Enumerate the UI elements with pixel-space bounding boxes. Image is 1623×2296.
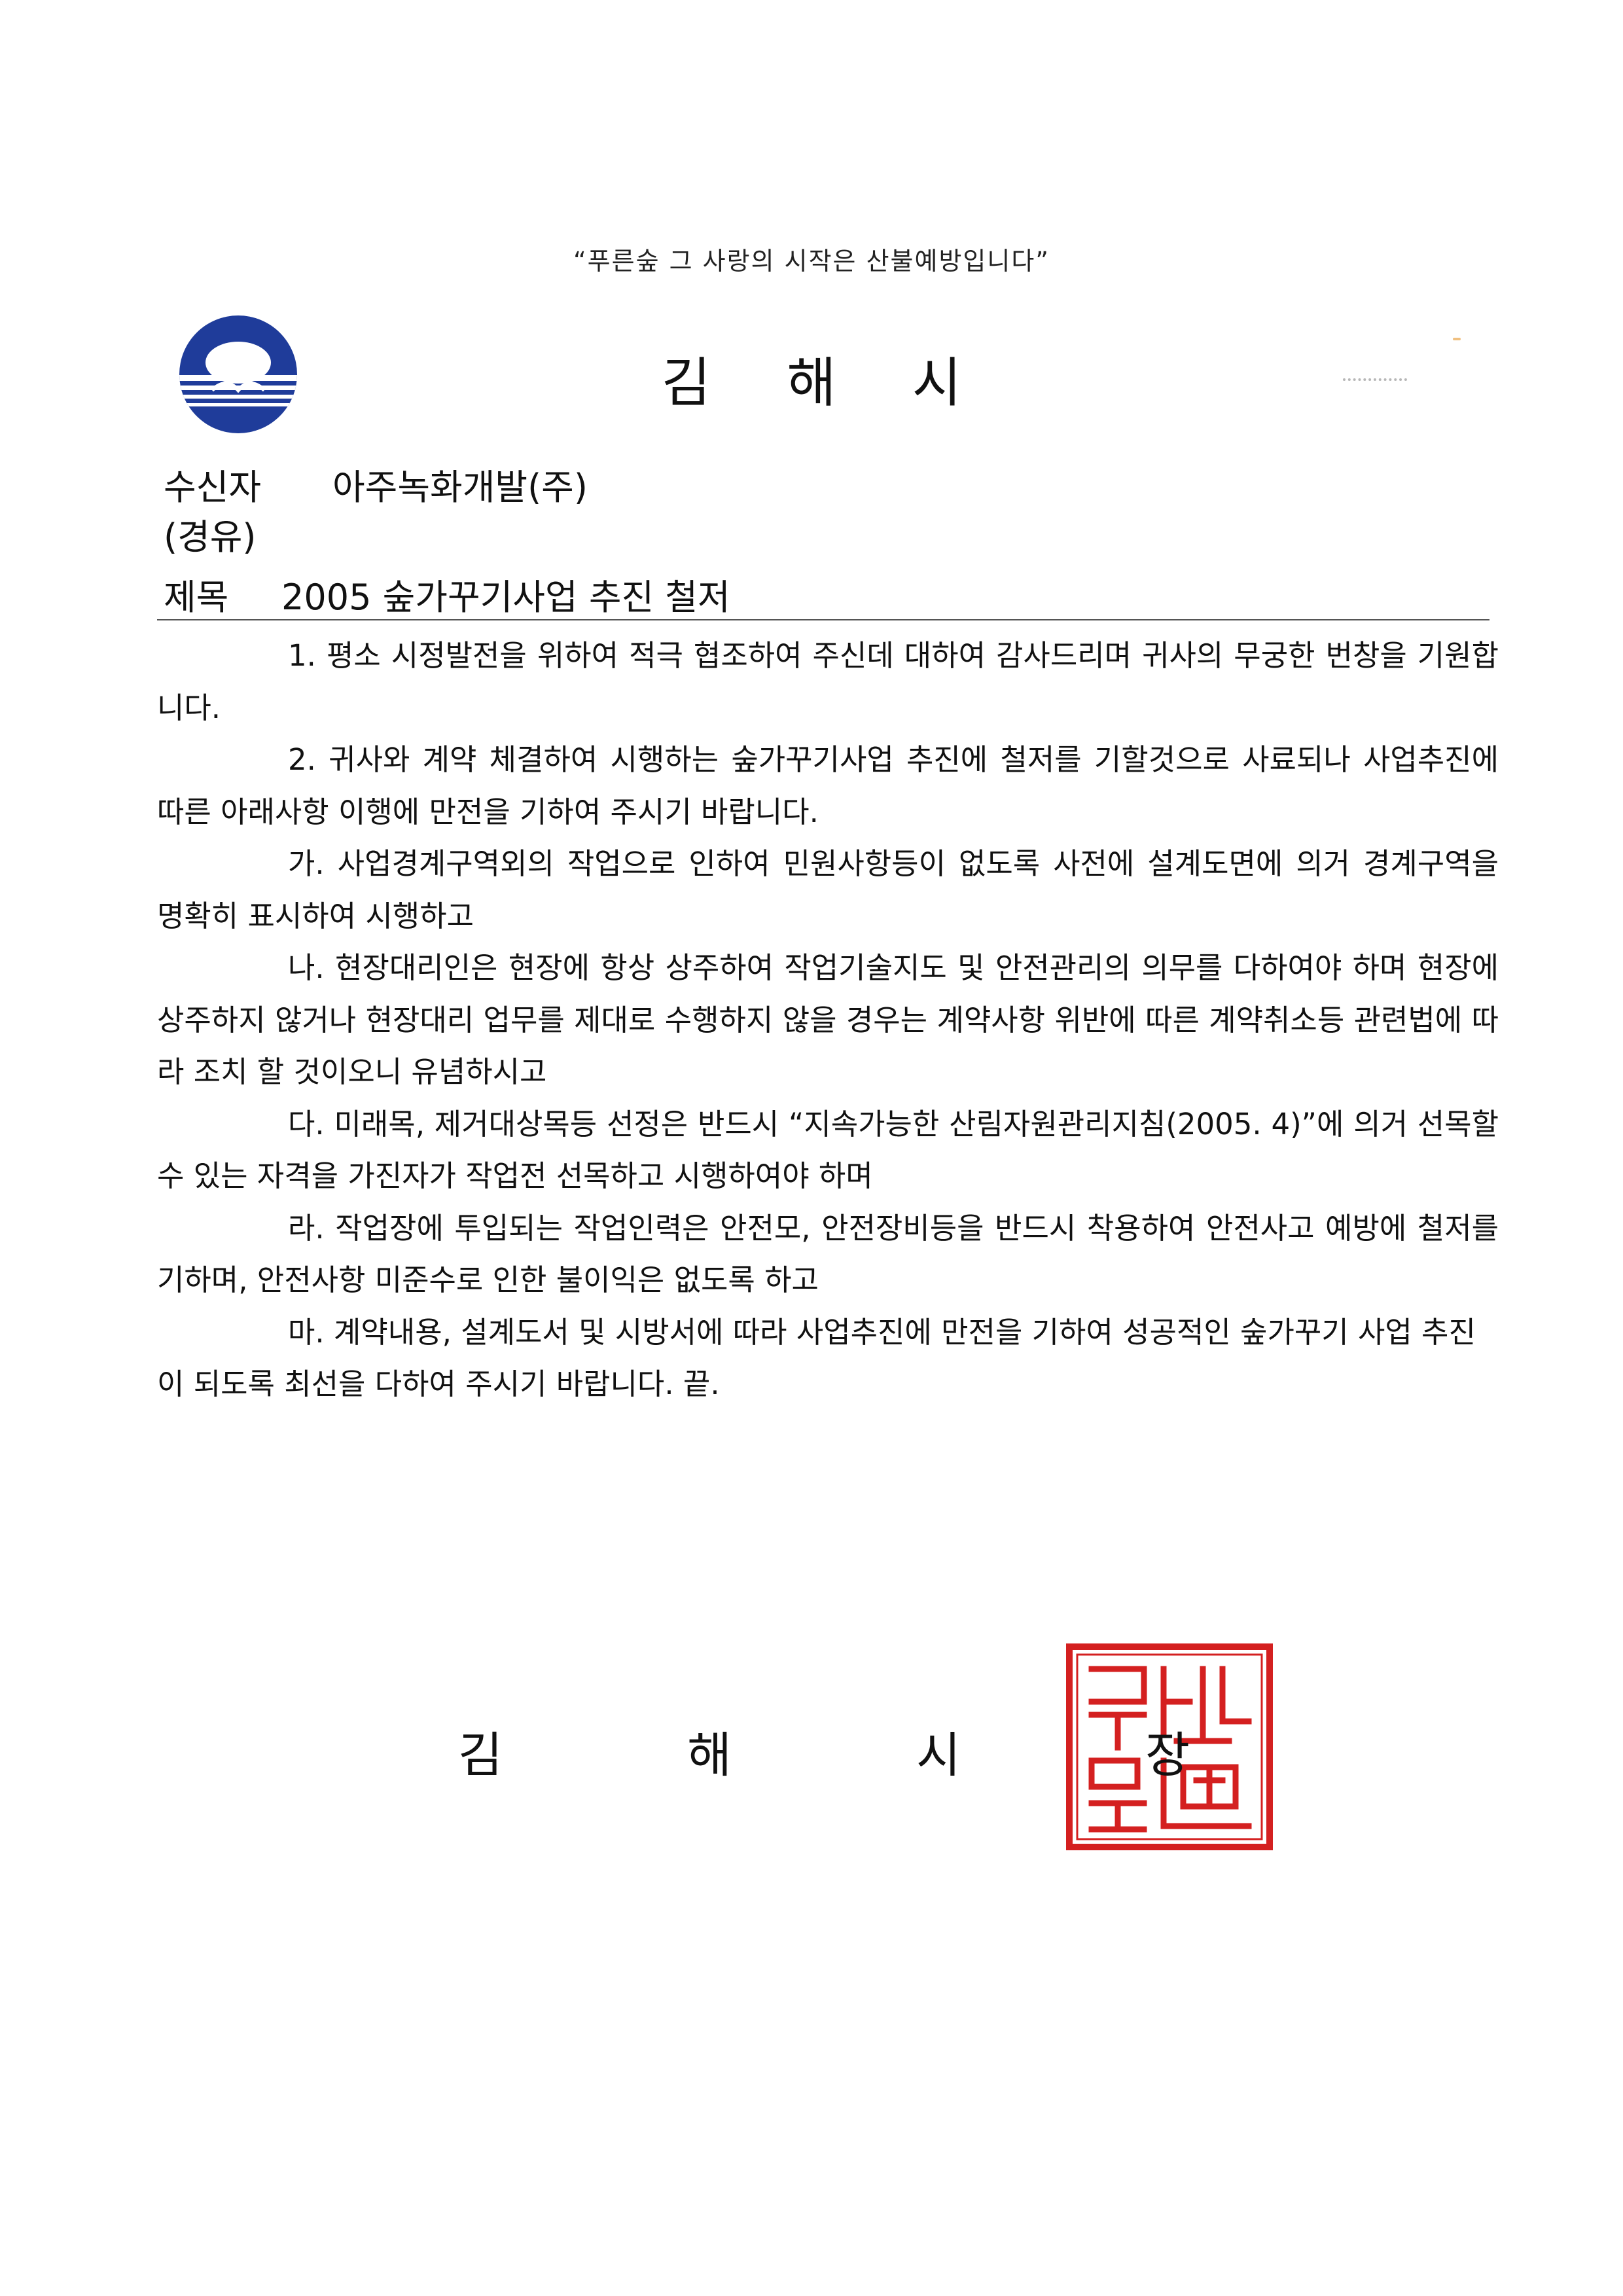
signer-char-1: 김	[458, 1727, 503, 1784]
body-item-da: 다. 미래목, 제거대상목등 선정은 반드시 “지속가능한 산림자원관리지침(2…	[157, 1106, 1499, 1194]
body-paragraph-1: 1. 평소 시정발전을 위하여 적극 협조하여 주신데 대하여 감사드리며 귀사…	[157, 638, 1499, 725]
subject-row: 제목 2005 숲가꾸기사업 추진 철저	[164, 568, 730, 620]
scan-artifact-dot	[1453, 338, 1461, 340]
body-item-ga: 가. 사업경계구역외의 작업으로 인하여 민원사항등이 없도록 사전에 설계도면…	[157, 846, 1499, 933]
signer-char-2: 해	[687, 1727, 732, 1784]
subject-divider	[157, 619, 1489, 620]
recipient-value: 아주녹화개발(주)	[332, 467, 588, 508]
scan-artifact	[1343, 374, 1407, 381]
subject-value: 2005 숲가꾸기사업 추진 철저	[281, 577, 730, 618]
body-item-ma: 마. 계약내용, 설계도서 및 시방서에 따라 사업추진에 만전을 기하여 성공…	[157, 1314, 1476, 1402]
body-item-na: 나. 현장대리인은 현장에 항상 상주하여 작업기술지도 및 안전관리의 의무를…	[157, 950, 1499, 1089]
recipient-row: 수신자 아주녹화개발(주)	[164, 458, 588, 510]
signer-char-3: 시	[916, 1727, 961, 1784]
recipient-label: 수신자	[164, 467, 262, 508]
subject-label: 제목	[164, 577, 229, 618]
via-label: (경유)	[164, 516, 257, 558]
via-row: (경유)	[164, 508, 257, 560]
body-item-ra: 라. 작업장에 투입되는 작업인력은 안전모, 안전장비등을 반드시 착용하여 …	[157, 1210, 1499, 1298]
body-paragraph-2: 2. 귀사와 계약 체결하여 시행하는 숲가꾸기사업 추진에 철저를 기할것으로…	[157, 742, 1499, 829]
slogan: “푸른숲 그 사랑의 시작은 산불예방입니다”	[573, 247, 1050, 276]
document-body: 1. 평소 시정발전을 위하여 적극 협조하여 주신데 대하여 감사드리며 귀사…	[157, 630, 1499, 1410]
signer-char-4: 장	[1145, 1727, 1190, 1784]
